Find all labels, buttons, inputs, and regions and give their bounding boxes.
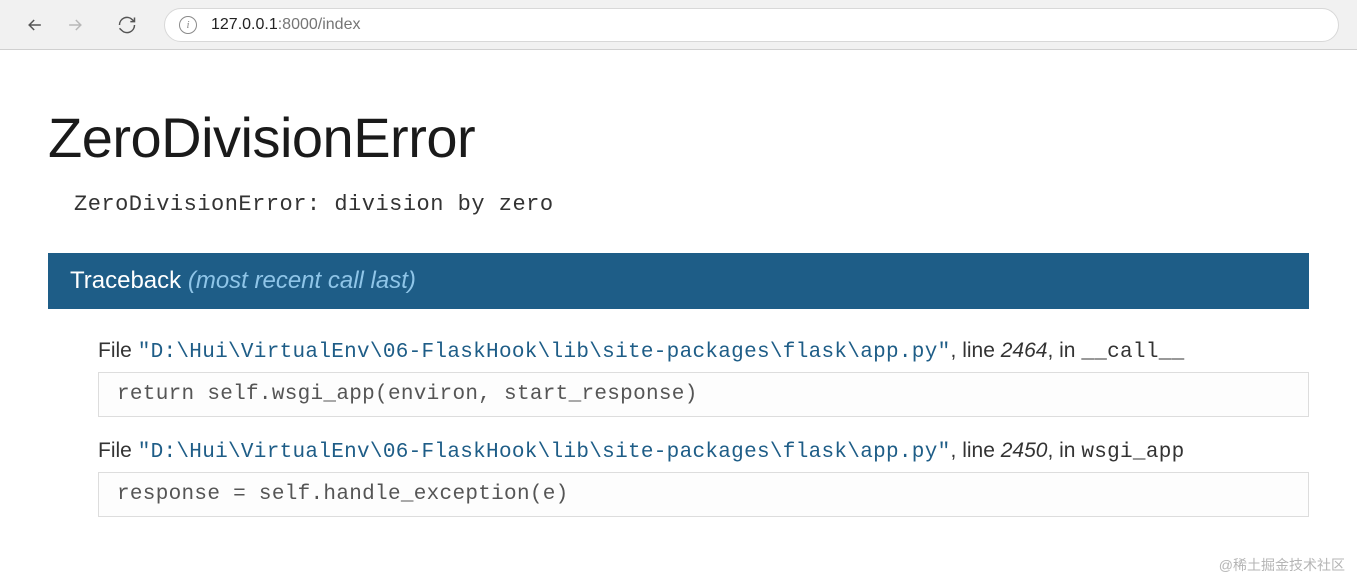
back-button[interactable] — [18, 8, 52, 42]
watermark: @稀土掘金技术社区 — [1219, 555, 1345, 575]
frame-line-prefix: , line — [951, 339, 1001, 362]
frame-file-prefix: File — [98, 339, 138, 362]
error-message: ZeroDivisionError: division by zero — [74, 192, 1309, 217]
error-title: ZeroDivisionError — [48, 105, 1309, 170]
frame-line-prefix: , line — [951, 439, 1001, 462]
frame-in-prefix: , in — [1047, 439, 1081, 462]
frame-code-line[interactable]: response = self.handle_exception(e) — [98, 472, 1309, 517]
reload-button[interactable] — [110, 8, 144, 42]
url-text: 127.0.0.1:8000/index — [211, 16, 360, 34]
frame-location: File "D:\Hui\VirtualEnv\06-FlaskHook\lib… — [98, 339, 1309, 364]
frame-file-path: "D:\Hui\VirtualEnv\06-FlaskHook\lib\site… — [138, 441, 951, 464]
page-content: ZeroDivisionError ZeroDivisionError: div… — [0, 50, 1357, 517]
frame-file-path: "D:\Hui\VirtualEnv\06-FlaskHook\lib\site… — [138, 341, 951, 364]
url-path: :8000/index — [278, 16, 361, 33]
traceback-suffix: (most recent call last) — [188, 267, 416, 294]
traceback-frames: File "D:\Hui\VirtualEnv\06-FlaskHook\lib… — [48, 309, 1309, 517]
address-bar[interactable]: i 127.0.0.1:8000/index — [164, 8, 1339, 42]
frame-line-number: 2450 — [1001, 439, 1048, 462]
traceback-frame[interactable]: File "D:\Hui\VirtualEnv\06-FlaskHook\lib… — [98, 439, 1309, 517]
url-host: 127.0.0.1 — [211, 16, 278, 33]
frame-code-line[interactable]: return self.wsgi_app(environ, start_resp… — [98, 372, 1309, 417]
frame-function-name: wsgi_app — [1081, 441, 1184, 464]
info-icon: i — [179, 16, 197, 34]
frame-location: File "D:\Hui\VirtualEnv\06-FlaskHook\lib… — [98, 439, 1309, 464]
traceback-label: Traceback — [70, 267, 188, 294]
forward-button[interactable] — [58, 8, 92, 42]
frame-file-prefix: File — [98, 439, 138, 462]
frame-in-prefix: , in — [1047, 339, 1081, 362]
arrow-right-icon — [65, 15, 85, 35]
reload-icon — [117, 15, 137, 35]
browser-toolbar: i 127.0.0.1:8000/index — [0, 0, 1357, 50]
frame-line-number: 2464 — [1001, 339, 1048, 362]
frame-function-name: __call__ — [1081, 341, 1184, 364]
traceback-header: Traceback (most recent call last) — [48, 253, 1309, 309]
traceback-frame[interactable]: File "D:\Hui\VirtualEnv\06-FlaskHook\lib… — [98, 339, 1309, 417]
arrow-left-icon — [25, 15, 45, 35]
